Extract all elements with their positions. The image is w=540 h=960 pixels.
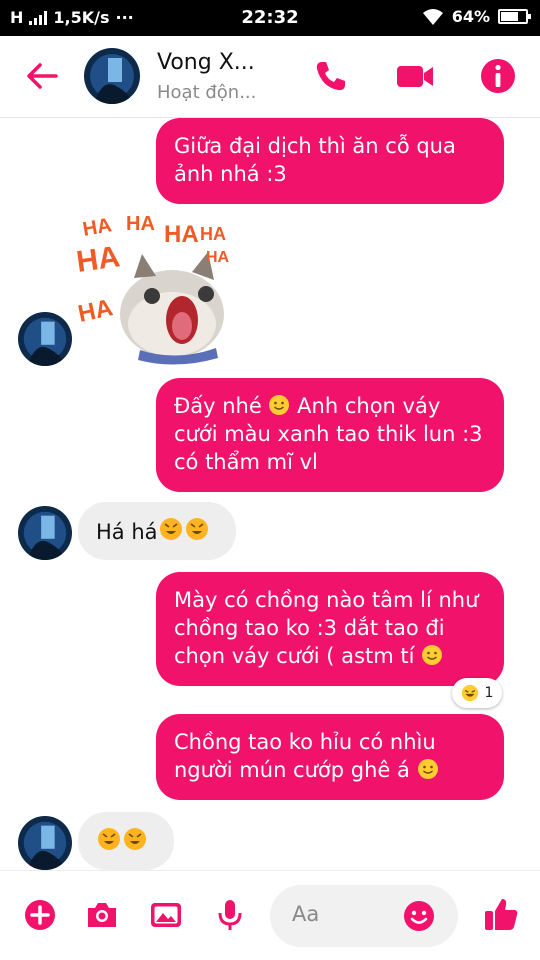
rofl-emoji-icon [98,828,120,850]
sticker-ha: HA [126,213,155,235]
incoming-message[interactable] [78,812,174,870]
status-right: 64% [422,7,531,26]
message-input[interactable]: Aa [270,885,458,947]
message-text: Đấy nhé [174,394,262,418]
message-text: Chồng tao ko hỉu có nhìu người mún cướp … [174,730,436,782]
avatar[interactable] [84,48,140,104]
emoji-picker-icon[interactable] [402,899,436,933]
camera-icon[interactable] [84,897,120,933]
rofl-emoji-icon [159,518,182,540]
sticker-ha: HA [206,249,230,266]
message-text: Há há [96,520,158,544]
sticker-ha: HA [200,224,226,244]
outgoing-message[interactable]: Giữa đại dịch thì ăn cỗ qua ảnh nhá :3 [156,118,504,204]
smile-emoji-icon [422,645,443,665]
rofl-emoji-icon [185,518,208,540]
composer-bar: Aa [0,870,540,960]
contact-name[interactable]: Vong X... [157,50,255,75]
message-text: Giữa đại dịch thì ăn cỗ qua ảnh nhá :3 [174,134,456,186]
battery-percent: 64% [451,7,490,26]
message-list[interactable]: Giữa đại dịch thì ăn cỗ qua ảnh nhá :3 H… [0,118,540,870]
conversation-header: Vong X... Hoạt độn... [0,36,540,118]
sticker-ha: HA [76,294,115,328]
info-icon[interactable] [478,56,518,96]
outgoing-message[interactable]: Chồng tao ko hỉu có nhìu người mún cướp … [156,714,504,800]
mic-icon[interactable] [212,897,248,933]
battery-icon [498,9,531,24]
phone-icon[interactable] [310,56,350,96]
avatar[interactable] [18,506,72,560]
plus-icon[interactable] [22,897,58,933]
message-input-placeholder: Aa [292,902,320,926]
reaction-count: 1 [484,685,494,701]
laughing-emoji-icon [461,684,478,702]
back-arrow-icon[interactable] [22,56,62,96]
sticker-ha: HA [76,240,122,279]
sticker-ha: HA [164,221,199,248]
outgoing-message[interactable]: Mày có chồng nào tâm lí như chồng tao ko… [156,572,504,686]
image-icon[interactable] [148,897,184,933]
reaction-badge[interactable]: 1 [452,678,502,708]
avatar[interactable] [18,312,72,366]
wifi-icon [422,8,443,25]
sticker-ha: HA [81,214,113,241]
rofl-emoji-icon [124,828,146,850]
avatar[interactable] [18,816,72,870]
like-icon[interactable] [482,895,520,933]
incoming-message[interactable]: Há há [78,502,236,560]
outgoing-message[interactable]: Đấy nhé Anh chọn váy cưới màu xanh tao t… [156,378,504,492]
video-icon[interactable] [395,56,435,96]
status-bar: H 1,5K/s ··· 22:32 64% [0,0,540,36]
cat-sticker[interactable]: HA HA HA HA HA HA HA [76,210,236,370]
active-status: Hoạt độn... [157,82,257,103]
smile-emoji-icon [417,759,438,779]
smile-emoji-icon [269,395,290,415]
